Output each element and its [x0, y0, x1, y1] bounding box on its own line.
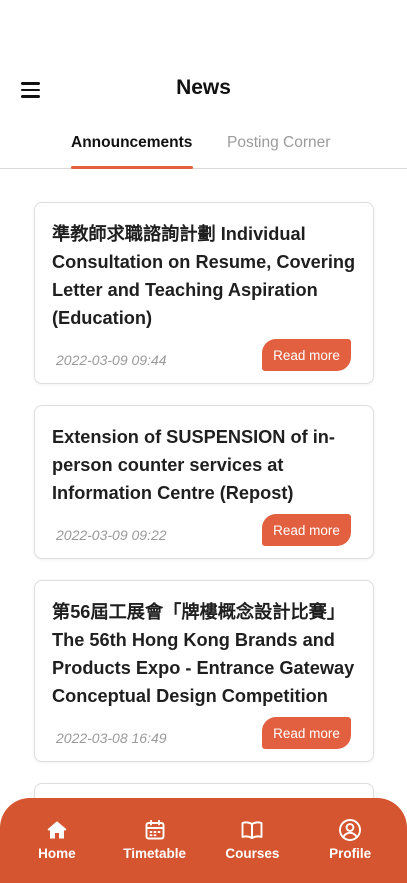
news-title: 準教師求職諮詢計劃 Individual Consultation on Res…: [52, 224, 356, 328]
news-date: 2022-03-09 09:44: [56, 352, 167, 368]
news-card[interactable]: Extension of SUSPENSION of in-person cou…: [34, 405, 374, 559]
news-card[interactable]: 準教師求職諮詢計劃 Individual Consultation on Res…: [34, 202, 374, 384]
news-title: 第56屆工展會「牌樓概念設計比賽」The 56th Hong Kong Bran…: [52, 602, 355, 706]
active-tab-indicator: [71, 166, 193, 169]
nav-timetable[interactable]: Timetable: [110, 818, 200, 861]
nav-courses[interactable]: Courses: [207, 818, 297, 861]
tab-bar: Announcements Posting Corner: [0, 124, 407, 169]
read-more-button[interactable]: Read more: [262, 339, 351, 371]
news-date: 2022-03-08 16:49: [56, 730, 167, 746]
read-more-button[interactable]: Read more: [262, 514, 351, 546]
nav-home[interactable]: Home: [12, 818, 102, 861]
tab-announcements[interactable]: Announcements: [71, 134, 192, 152]
calendar-icon: [145, 819, 165, 840]
nav-label: Timetable: [123, 846, 187, 861]
hamburger-menu-icon[interactable]: [14, 74, 46, 106]
read-more-button[interactable]: Read more: [262, 717, 351, 749]
user-icon: [339, 819, 362, 841]
tab-posting-corner[interactable]: Posting Corner: [227, 134, 330, 152]
app-screen: News Announcements Posting Corner 準教師求職諮…: [0, 0, 407, 883]
nav-profile[interactable]: Profile: [305, 818, 395, 861]
news-card[interactable]: 第56屆工展會「牌樓概念設計比賽」The 56th Hong Kong Bran…: [34, 580, 374, 762]
page-title: News: [176, 76, 231, 99]
news-date: 2022-03-09 09:22: [56, 527, 167, 543]
bottom-navigation: Home Timetable Courses Profile: [0, 798, 407, 883]
book-icon: [241, 821, 263, 839]
news-feed[interactable]: 準教師求職諮詢計劃 Individual Consultation on Res…: [0, 170, 407, 883]
news-title: Extension of SUSPENSION of in-person cou…: [52, 427, 335, 503]
nav-label: Profile: [329, 846, 372, 861]
nav-label: Courses: [225, 846, 280, 861]
header: News: [0, 62, 407, 118]
nav-label: Home: [38, 846, 76, 861]
home-icon: [47, 821, 67, 839]
